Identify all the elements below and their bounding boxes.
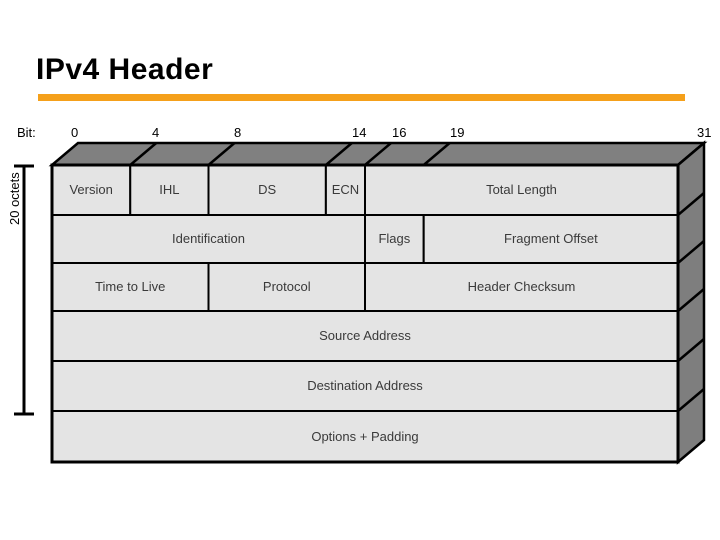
header-field-label: Version — [69, 182, 113, 197]
header-field-label: Flags — [378, 231, 411, 246]
header-field-label: DS — [258, 182, 277, 197]
octets-bracket-label: 20 octets — [7, 172, 22, 225]
header-field-label: Total Length — [486, 182, 557, 197]
header-field-label: IHL — [159, 182, 180, 197]
diagram-side-face — [676, 140, 706, 465]
header-field-label: Options + Padding — [311, 428, 419, 444]
header-field-label: Identification — [172, 231, 245, 246]
header-field-label: Source Address — [319, 328, 411, 343]
header-field-label: Fragment Offset — [504, 231, 598, 246]
header-field-label: Destination Address — [307, 378, 423, 393]
slide-root: IPv4 Header Bit: 0 4 8 14 16 19 31 Version IHL D… — [0, 0, 720, 540]
ipv4-header-diagram — [0, 0, 720, 540]
header-field-label: ECN — [331, 182, 360, 197]
header-field-label: Protocol — [262, 279, 311, 294]
header-field-label: Time to Live — [95, 279, 166, 294]
ipv4-header-svg — [48, 140, 708, 465]
header-field-label: Header Checksum — [467, 279, 576, 294]
